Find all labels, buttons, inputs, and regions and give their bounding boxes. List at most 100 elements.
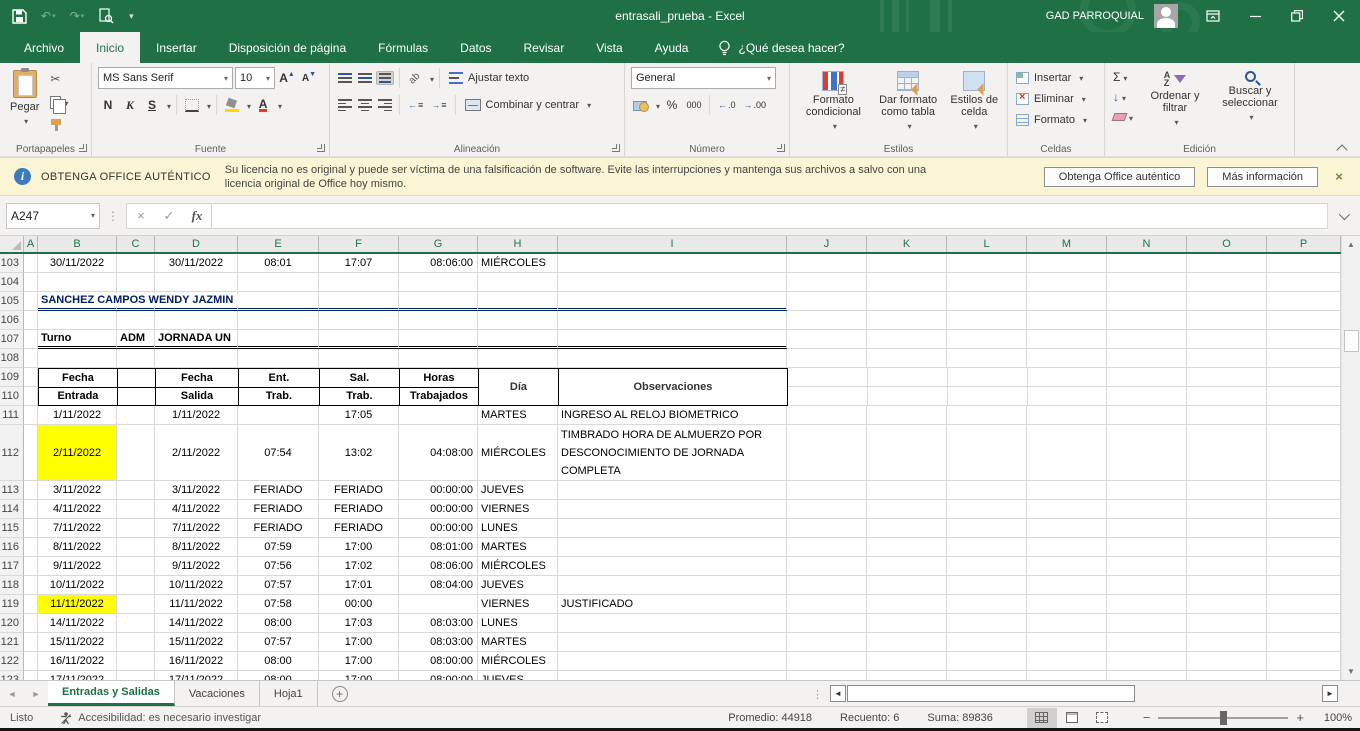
cell[interactable]: [1107, 387, 1187, 406]
font-color-icon[interactable]: A: [253, 94, 273, 116]
cell-b122[interactable]: 16/11/2022: [38, 652, 117, 671]
row-header-116[interactable]: 116: [0, 538, 24, 557]
close-warning-icon[interactable]: ×: [1324, 169, 1354, 184]
row-header-118[interactable]: 118: [0, 576, 24, 595]
cell-a122[interactable]: [24, 652, 38, 671]
cell-j105[interactable]: [787, 292, 867, 311]
cell-a123[interactable]: [24, 671, 38, 680]
cell-f103[interactable]: 17:07: [319, 254, 399, 273]
cancel-icon[interactable]: ×: [127, 208, 155, 223]
cell-d112[interactable]: 2/11/2022: [155, 425, 238, 481]
cell-m106[interactable]: [1027, 311, 1107, 330]
cell-b114[interactable]: 4/11/2022: [38, 500, 117, 519]
cell-g107[interactable]: [399, 330, 478, 349]
cell-c103[interactable]: [117, 254, 155, 273]
italic-button[interactable]: K: [120, 94, 140, 116]
cell-f108[interactable]: [319, 349, 399, 368]
cell-j117[interactable]: [787, 557, 867, 576]
sheet-tab-hoja1[interactable]: Hoja1: [260, 681, 318, 706]
cell-h105[interactable]: [478, 292, 558, 311]
ribbon-tab-vista[interactable]: Vista: [580, 32, 638, 63]
cell-m105[interactable]: [1027, 292, 1107, 311]
cell-c118[interactable]: [117, 576, 155, 595]
cell-b117[interactable]: 9/11/2022: [38, 557, 117, 576]
cell-n108[interactable]: [1107, 349, 1187, 368]
cell-g108[interactable]: [399, 349, 478, 368]
cell[interactable]: [1028, 387, 1108, 406]
cell-d103[interactable]: 30/11/2022: [155, 254, 238, 273]
cell-g114[interactable]: 00:00:00: [399, 500, 478, 519]
cell-h107[interactable]: [478, 330, 558, 349]
cell-a115[interactable]: [24, 519, 38, 538]
cell-g123[interactable]: 08:00:00: [399, 671, 478, 680]
column-header-e[interactable]: E: [238, 236, 319, 252]
column-header-i[interactable]: I: [558, 236, 787, 252]
cell-j113[interactable]: [787, 481, 867, 500]
cell-o115[interactable]: [1187, 519, 1267, 538]
column-header-p[interactable]: P: [1267, 236, 1341, 252]
zoom-slider-thumb[interactable]: [1220, 711, 1227, 725]
cell-m114[interactable]: [1027, 500, 1107, 519]
cell-k106[interactable]: [867, 311, 947, 330]
ribbon-tab-archivo[interactable]: Archivo: [8, 32, 80, 63]
cell-b106[interactable]: [38, 311, 117, 330]
header-cell-top[interactable]: Fecha: [39, 369, 118, 388]
cell-f117[interactable]: 17:02: [319, 557, 399, 576]
cell-h117[interactable]: MIÉRCOLES: [478, 557, 558, 576]
cell-n104[interactable]: [1107, 273, 1187, 292]
cell-f121[interactable]: 17:00: [319, 633, 399, 652]
cell-a112[interactable]: [24, 425, 38, 481]
horizontal-scroll-thumb[interactable]: [847, 685, 1135, 702]
cell-j115[interactable]: [787, 519, 867, 538]
learn-more-button[interactable]: Más información: [1207, 167, 1318, 187]
cell-f113[interactable]: FERIADO: [319, 481, 399, 500]
cell-f114[interactable]: FERIADO: [319, 500, 399, 519]
delete-cells-button[interactable]: Eliminar: [1014, 88, 1100, 109]
cell-f122[interactable]: 17:00: [319, 652, 399, 671]
cell-p115[interactable]: [1267, 519, 1341, 538]
align-bottom-icon[interactable]: [376, 71, 394, 85]
cell-k123[interactable]: [867, 671, 947, 680]
cell[interactable]: [868, 368, 948, 387]
cell-o118[interactable]: [1187, 576, 1267, 595]
cell-e107[interactable]: [238, 330, 319, 349]
cell-m113[interactable]: [1027, 481, 1107, 500]
print-preview-icon[interactable]: [96, 4, 116, 28]
cell-i112[interactable]: TIMBRADO HORA DE ALMUERZO PORDESCONOCIMI…: [558, 425, 787, 481]
cell-b104[interactable]: [38, 273, 117, 292]
cell-c107[interactable]: ADM: [117, 330, 155, 349]
cell-b123[interactable]: 17/11/2022: [38, 671, 117, 680]
cell-j111[interactable]: [787, 406, 867, 425]
cell-i108[interactable]: [558, 349, 787, 368]
font-name-select[interactable]: MS Sans Serif▾: [98, 67, 233, 89]
cell-j104[interactable]: [787, 273, 867, 292]
formula-bar-splitter[interactable]: ⋮: [107, 209, 119, 223]
cell[interactable]: [24, 368, 38, 387]
cell-p119[interactable]: [1267, 595, 1341, 614]
align-center-icon[interactable]: [356, 98, 374, 112]
cell-i115[interactable]: [558, 519, 787, 538]
header-cell-bottom[interactable]: Trabajados: [400, 388, 479, 407]
find-select-button[interactable]: Buscar y seleccionar: [1211, 67, 1289, 140]
column-header-b[interactable]: B: [38, 236, 117, 252]
zoom-slider[interactable]: [1158, 717, 1288, 719]
cell-d119[interactable]: 11/11/2022: [155, 595, 238, 614]
cell-b112[interactable]: 2/11/2022: [38, 425, 117, 481]
column-header-o[interactable]: O: [1187, 236, 1267, 252]
cell-a117[interactable]: [24, 557, 38, 576]
cell-n122[interactable]: [1107, 652, 1187, 671]
accessibility-status[interactable]: Accesibilidad: es necesario investigar: [59, 711, 261, 725]
cell-m117[interactable]: [1027, 557, 1107, 576]
cell-c117[interactable]: [117, 557, 155, 576]
ribbon-tab-inicio[interactable]: Inicio: [80, 32, 140, 63]
cell-p122[interactable]: [1267, 652, 1341, 671]
cell[interactable]: [788, 368, 868, 387]
cell-p103[interactable]: [1267, 254, 1341, 273]
page-layout-view-button[interactable]: [1057, 708, 1087, 728]
cell-a111[interactable]: [24, 406, 38, 425]
decrease-indent-icon[interactable]: ≡: [405, 94, 426, 116]
header-cell-bottom[interactable]: Trab.: [320, 388, 400, 407]
cell-o103[interactable]: [1187, 254, 1267, 273]
column-header-d[interactable]: D: [155, 236, 238, 252]
cell-a104[interactable]: [24, 273, 38, 292]
